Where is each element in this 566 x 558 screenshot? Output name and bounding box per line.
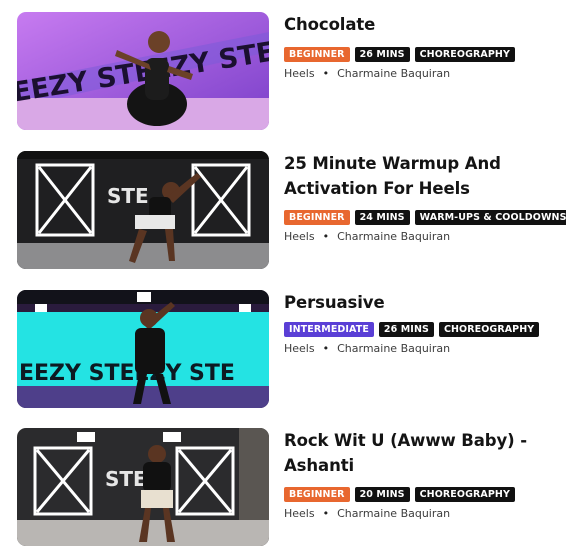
category-badge: WARM-UPS & COOLDOWNS — [414, 210, 566, 225]
level-badge: BEGINNER — [284, 47, 350, 62]
class-card[interactable]: EEZY STEEZY STE Persuasive INTERMEDIATE … — [0, 290, 566, 408]
badge-row: BEGINNER 26 MINS CHOREOGRAPHY — [284, 47, 554, 62]
thumbnail-image: STE — [17, 151, 269, 269]
level-badge: INTERMEDIATE — [284, 322, 374, 337]
class-thumbnail[interactable]: STE — [17, 428, 269, 546]
class-info: 25 Minute Warmup And Activation For Heel… — [284, 151, 566, 244]
class-card[interactable]: EEZY STEEZY STE Chocolate BEGINNER 26 MI… — [0, 12, 566, 130]
duration-badge: 24 MINS — [354, 210, 410, 225]
class-card[interactable]: STE Rock Wit U (Awww Baby) - Ashanti BEG… — [0, 428, 566, 546]
class-card[interactable]: STE 25 Minute Warmup And Activation For … — [0, 151, 566, 269]
class-title[interactable]: 25 Minute Warmup And Activation For Heel… — [284, 151, 554, 201]
badge-row: BEGINNER 24 MINS WARM-UPS & COOLDOWNS — [284, 210, 566, 225]
thumbnail-image: STE — [17, 428, 269, 546]
style-label: Heels — [284, 67, 315, 80]
level-badge: BEGINNER — [284, 210, 350, 225]
class-title[interactable]: Persuasive — [284, 290, 554, 315]
instructor-name: Charmaine Baquiran — [337, 507, 451, 520]
class-list: EEZY STEEZY STE Chocolate BEGINNER 26 MI… — [0, 0, 566, 558]
duration-badge: 26 MINS — [378, 322, 434, 337]
style-label: Heels — [284, 230, 315, 243]
class-meta: Heels • Charmaine Baquiran — [284, 67, 554, 81]
class-thumbnail[interactable]: EEZY STEEZY STE — [17, 290, 269, 408]
instructor-name: Charmaine Baquiran — [337, 67, 451, 80]
instructor-name: Charmaine Baquiran — [337, 230, 451, 243]
class-meta: Heels • Charmaine Baquiran — [284, 507, 554, 521]
class-info: Chocolate BEGINNER 26 MINS CHOREOGRAPHY … — [284, 12, 554, 81]
instructor-name: Charmaine Baquiran — [337, 342, 451, 355]
category-badge: CHOREOGRAPHY — [414, 47, 515, 62]
style-label: Heels — [284, 342, 315, 355]
style-label: Heels — [284, 507, 315, 520]
class-title[interactable]: Chocolate — [284, 12, 554, 37]
category-badge: CHOREOGRAPHY — [438, 322, 540, 337]
meta-separator: • — [322, 507, 330, 520]
thumbnail-image: EEZY STEEZY STE — [17, 12, 269, 130]
class-info: Persuasive INTERMEDIATE 26 MINS CHOREOGR… — [284, 290, 554, 356]
meta-separator: • — [322, 230, 330, 243]
meta-separator: • — [322, 342, 330, 355]
thumbnail-text: STE — [107, 184, 149, 208]
badge-row: BEGINNER 20 MINS CHOREOGRAPHY — [284, 487, 554, 502]
duration-badge: 20 MINS — [354, 487, 410, 502]
class-thumbnail[interactable]: EEZY STEEZY STE — [17, 12, 269, 130]
thumbnail-image: EEZY STEEZY STE — [17, 290, 269, 408]
class-meta: Heels • Charmaine Baquiran — [284, 230, 554, 244]
class-meta: Heels • Charmaine Baquiran — [284, 342, 554, 356]
duration-badge: 26 MINS — [354, 47, 410, 62]
class-title[interactable]: Rock Wit U (Awww Baby) - Ashanti — [284, 428, 554, 478]
category-badge: CHOREOGRAPHY — [414, 487, 515, 502]
thumbnail-text: STE — [105, 467, 147, 491]
meta-separator: • — [322, 67, 330, 80]
thumbnail-text: EEZY STEEZY STE — [19, 361, 235, 386]
class-thumbnail[interactable]: STE — [17, 151, 269, 269]
badge-row: INTERMEDIATE 26 MINS CHOREOGRAPHY — [284, 322, 554, 337]
class-info: Rock Wit U (Awww Baby) - Ashanti BEGINNE… — [284, 428, 554, 521]
level-badge: BEGINNER — [284, 487, 350, 502]
